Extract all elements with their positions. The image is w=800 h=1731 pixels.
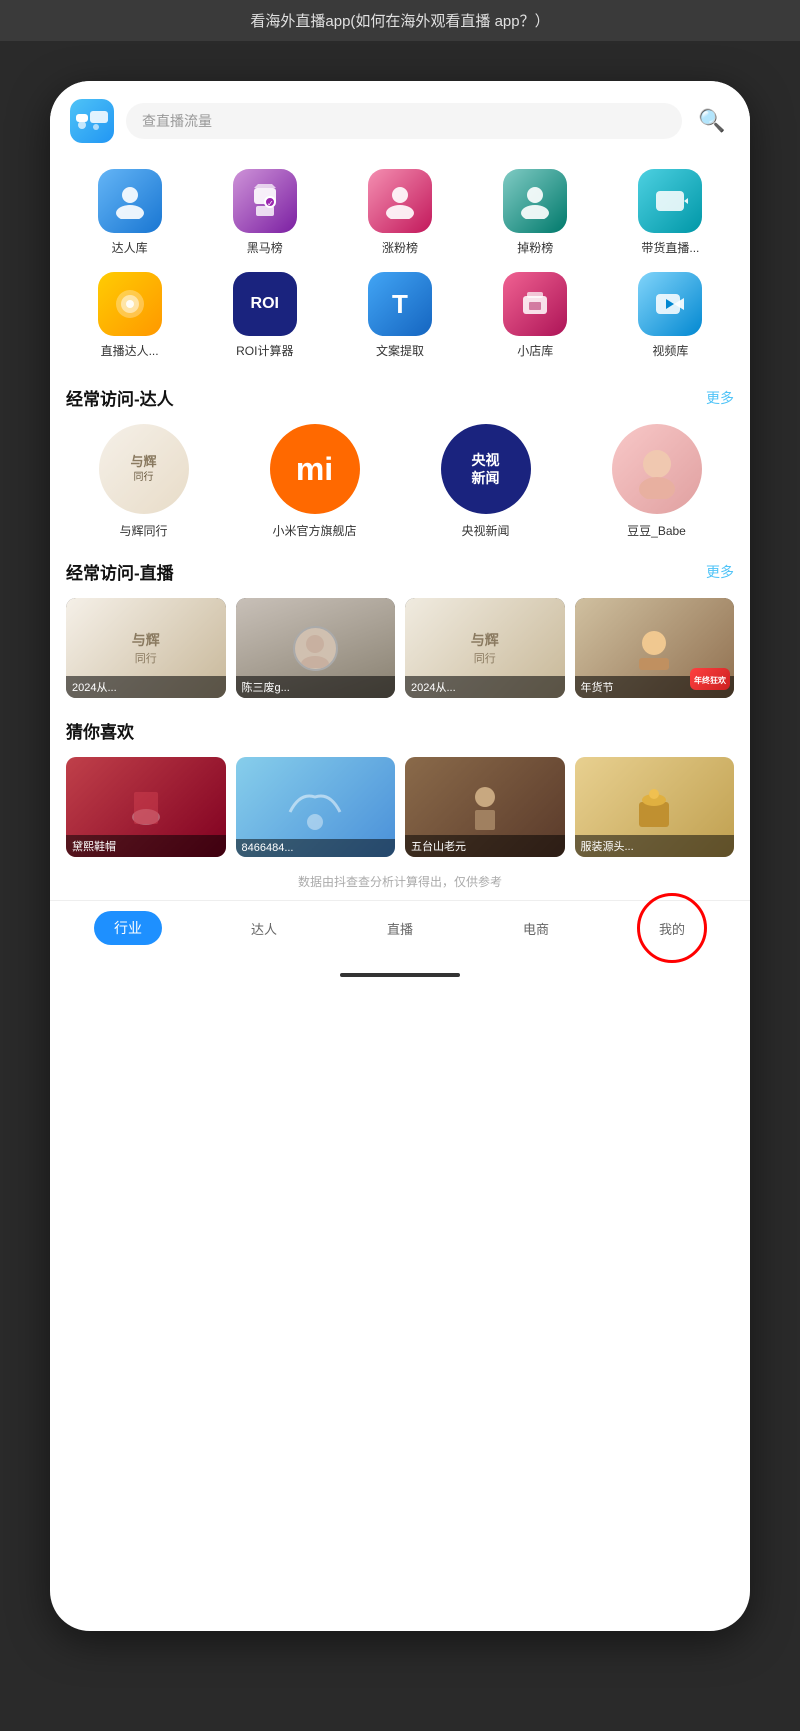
cctv-avatar: 央视 新闻	[441, 424, 531, 514]
daihuo-label: 带货直播...	[641, 239, 699, 256]
nav-item-talent[interactable]: 达人	[196, 919, 332, 938]
guess-label-3: 五台山老元	[405, 835, 565, 857]
live-row: 与辉 同行 2024从... 陈三废g... 与辉	[66, 598, 734, 698]
frequent-live-title: 经常访问-直播	[66, 559, 174, 584]
guess-row: 黛熙鞋帽 8466484... 五台山老元 服装源头...	[66, 757, 734, 857]
talent-library-icon	[98, 169, 162, 233]
frequent-live-section: 经常访问-直播 更多 与辉 同行 2024从... 陈三	[50, 559, 750, 698]
frequent-talent-section: 经常访问-达人 更多 与辉 同行 与辉同行 mi 小米官方旗舰店	[50, 385, 750, 539]
live-label-3: 2024从...	[405, 676, 565, 698]
grid-item-xiaodian[interactable]: 小店库	[472, 272, 599, 359]
home-indicator	[340, 973, 460, 977]
nav-item-ecommerce[interactable]: 电商	[468, 919, 604, 938]
diaopen-icon	[503, 169, 567, 233]
live-item-1[interactable]: 与辉 同行 2024从...	[66, 598, 226, 698]
grid-item-talent-library[interactable]: 达人库	[66, 169, 193, 256]
grid-item-zhibo-daren[interactable]: 直播达人...	[66, 272, 193, 359]
guess-item-2[interactable]: 8466484...	[236, 757, 396, 857]
nav-talent-label: 达人	[251, 919, 277, 938]
app-logo	[70, 99, 114, 143]
talent-library-label: 达人库	[112, 239, 148, 256]
wenen-label: 文案提取	[376, 342, 424, 359]
guess-title: 猜你喜欢	[66, 718, 134, 743]
frequent-talent-title: 经常访问-达人	[66, 385, 174, 410]
talent-row: 与辉 同行 与辉同行 mi 小米官方旗舰店 央视 新闻	[66, 424, 734, 539]
bottom-nav: 行业 达人 直播 电商 我的	[50, 900, 750, 965]
wenen-icon: T	[368, 272, 432, 336]
guess-item-1[interactable]: 黛熙鞋帽	[66, 757, 226, 857]
yuhui-name: 与辉同行	[119, 522, 167, 539]
nav-item-mine[interactable]: 我的	[604, 919, 740, 938]
talent-item-mi[interactable]: mi 小米官方旗舰店	[237, 424, 392, 539]
heima-icon: ✓	[233, 169, 297, 233]
grid-item-heima[interactable]: ✓ 黑马榜	[201, 169, 328, 256]
yuhui-avatar: 与辉 同行	[99, 424, 189, 514]
talent-item-yuhui[interactable]: 与辉 同行 与辉同行	[66, 424, 221, 539]
nav-item-live[interactable]: 直播	[332, 919, 468, 938]
doudou-avatar	[612, 424, 702, 514]
video-label: 视频库	[652, 342, 688, 359]
nav-mine-label: 我的	[659, 919, 685, 938]
grid-item-daihuo[interactable]: 带货直播...	[607, 169, 734, 256]
frequent-live-header: 经常访问-直播 更多	[66, 559, 734, 584]
app-header: 查直播流量 🔍	[50, 81, 750, 153]
nav-item-industry[interactable]: 行业	[60, 911, 196, 945]
live-item-2[interactable]: 陈三废g...	[236, 598, 396, 698]
grid-item-video[interactable]: 视频库	[607, 272, 734, 359]
roi-icon: ROI	[233, 272, 297, 336]
nav-row: 行业 达人 直播 电商 我的	[50, 911, 750, 945]
xiaodian-icon	[503, 272, 567, 336]
search-placeholder: 查直播流量	[142, 113, 212, 129]
top-bar: 看海外直播app(如何在海外观看直播 app？）	[0, 0, 800, 41]
frequent-live-more[interactable]: 更多	[706, 562, 734, 582]
guess-label-4: 服装源头...	[575, 835, 735, 857]
guess-header: 猜你喜欢	[66, 718, 734, 743]
nav-live-label: 直播	[387, 919, 413, 938]
grid-item-diaopen[interactable]: 掉粉榜	[472, 169, 599, 256]
live-label-1: 2024从...	[66, 676, 226, 698]
frequent-talent-more[interactable]: 更多	[706, 388, 734, 408]
mi-avatar: mi	[270, 424, 360, 514]
footer-note: 数据由抖查查分析计算得出，仅供参考	[50, 873, 750, 890]
diaopen-label: 掉粉榜	[517, 239, 553, 256]
zhibo-daren-label: 直播达人...	[101, 342, 159, 359]
phone-frame: 查直播流量 🔍 达人库 ✓ 黑马榜 涨粉榜 掉粉榜	[50, 81, 750, 1631]
zhangfen-label: 涨粉榜	[382, 239, 418, 256]
grid-item-roi[interactable]: ROI ROI计算器	[201, 272, 328, 359]
nav-active-industry[interactable]: 行业	[94, 911, 162, 945]
guess-item-3[interactable]: 五台山老元	[405, 757, 565, 857]
frequent-talent-header: 经常访问-达人 更多	[66, 385, 734, 410]
zhibo-daren-icon	[98, 272, 162, 336]
xiaodian-label: 小店库	[517, 342, 553, 359]
nav-ecommerce-label: 电商	[523, 919, 549, 938]
top-bar-title: 看海外直播app(如何在海外观看直播 app？）	[250, 13, 549, 30]
grid-item-zhangfen[interactable]: 涨粉榜	[336, 169, 463, 256]
guess-item-4[interactable]: 服装源头...	[575, 757, 735, 857]
zhangfen-icon	[368, 169, 432, 233]
live-label-2: 陈三废g...	[236, 676, 396, 698]
guess-label-1: 黛熙鞋帽	[66, 835, 226, 857]
search-button[interactable]: 🔍	[694, 103, 730, 139]
mi-name: 小米官方旗舰店	[272, 522, 356, 539]
search-bar[interactable]: 查直播流量	[126, 103, 682, 139]
guess-you-like-section: 猜你喜欢 黛熙鞋帽 8466484... 五台山老元	[50, 718, 750, 857]
heima-label: 黑马榜	[247, 239, 283, 256]
video-icon	[638, 272, 702, 336]
icon-grid: 达人库 ✓ 黑马榜 涨粉榜 掉粉榜 带货直播...	[50, 153, 750, 375]
cctv-name: 央视新闻	[461, 522, 509, 539]
svg-text:✓: ✓	[267, 199, 274, 208]
doudou-name: 豆豆_Babe	[627, 522, 686, 539]
live-item-3[interactable]: 与辉 同行 2024从...	[405, 598, 565, 698]
daihuo-icon	[638, 169, 702, 233]
talent-item-cctv[interactable]: 央视 新闻 央视新闻	[408, 424, 563, 539]
talent-item-doudou[interactable]: 豆豆_Babe	[579, 424, 734, 539]
grid-item-wenen[interactable]: T 文案提取	[336, 272, 463, 359]
guess-label-2: 8466484...	[236, 839, 396, 857]
roi-label: ROI计算器	[236, 342, 293, 359]
live-item-4[interactable]: 年终狂欢 年货节	[575, 598, 735, 698]
